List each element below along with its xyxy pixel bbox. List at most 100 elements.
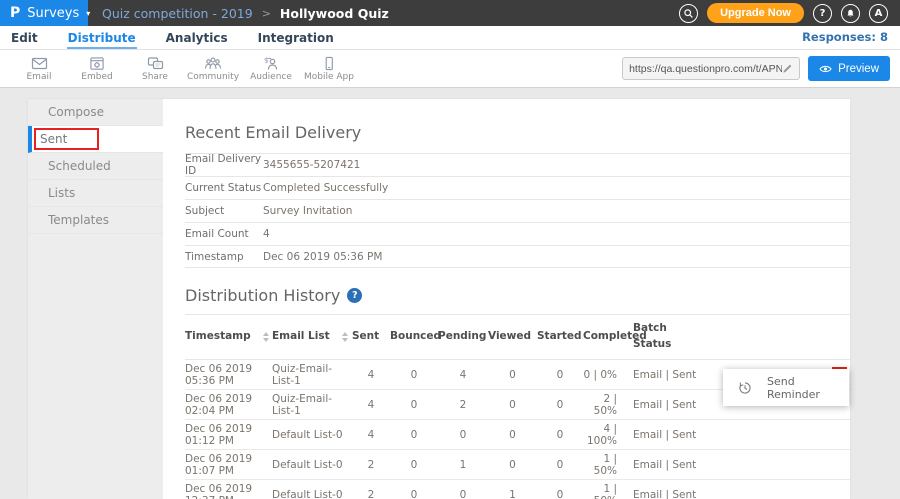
upgrade-now-button[interactable]: Upgrade Now — [707, 3, 804, 23]
sidebar-item-templates[interactable]: Templates — [28, 207, 163, 234]
tab-edit[interactable]: Edit — [10, 28, 39, 49]
kv-row-delivery-id: Email Delivery ID 3455655-5207421 — [185, 153, 850, 176]
kv-row-current-status: Current Status Completed Successfully — [185, 176, 850, 199]
kv-label: Subject — [185, 205, 263, 217]
toolbar-item-email[interactable]: Email — [10, 56, 68, 82]
community-icon — [204, 56, 222, 71]
toolbar-item-label: Mobile App — [304, 72, 354, 82]
table-row: Dec 06 2019 01:12 PM Default List-0 4 0 … — [185, 420, 850, 450]
cell-sent: 4 — [352, 420, 390, 450]
cell-completed: 1 | 50% — [583, 480, 633, 499]
search-icon[interactable] — [679, 4, 698, 23]
cell-batch-status: Email | Sent — [633, 360, 708, 390]
cell-pending: 2 — [438, 390, 488, 420]
help-icon[interactable]: ? — [813, 4, 832, 23]
cell-actions — [708, 450, 850, 480]
tab-analytics[interactable]: Analytics — [165, 28, 229, 49]
distribution-history-header: Distribution History ? — [185, 286, 850, 305]
sort-icon[interactable] — [342, 332, 348, 342]
kv-label: Current Status — [185, 182, 263, 194]
preview-button[interactable]: Preview — [808, 56, 890, 81]
cell-email-list: Default List-0 — [272, 450, 352, 480]
sent-panel-card: Compose Sent Scheduled Lists Templates — [28, 99, 850, 499]
kv-label: Timestamp — [185, 251, 263, 263]
cell-actions — [708, 420, 850, 450]
cell-email-list: Quiz-Email-List-1 — [272, 360, 352, 390]
mobile-app-icon — [321, 56, 337, 71]
help-tooltip-icon[interactable]: ? — [347, 288, 362, 303]
cell-bounced: 0 — [390, 360, 438, 390]
embed-icon — [89, 56, 105, 71]
kv-row-timestamp: Timestamp Dec 06 2019 05:36 PM — [185, 245, 850, 268]
edit-pencil-icon[interactable] — [782, 63, 793, 74]
toolbar-item-share[interactable]: Share — [126, 56, 184, 82]
kv-label: Email Count — [185, 228, 263, 240]
toolbar-item-audience[interactable]: $ Audience — [242, 56, 300, 82]
distribution-history-title: Distribution History — [185, 286, 340, 305]
topbar-actions: Upgrade Now ? A — [679, 0, 900, 26]
cell-email-list: Default List-0 — [272, 480, 352, 499]
cell-completed: 1 | 50% — [583, 450, 633, 480]
cell-sent: 4 — [352, 390, 390, 420]
cell-email-list: Default List-0 — [272, 420, 352, 450]
cell-timestamp: Dec 06 2019 05:36 PM — [185, 360, 272, 390]
cell-bounced: 0 — [390, 450, 438, 480]
kv-value: 4 — [263, 228, 270, 240]
sidebar-item-sent[interactable]: Sent — [28, 126, 163, 153]
surveys-menu-label: Surveys — [27, 6, 79, 21]
toolbar-item-label: Audience — [250, 72, 292, 82]
sidebar-item-scheduled[interactable]: Scheduled — [28, 153, 163, 180]
sort-icon[interactable] — [263, 332, 269, 342]
cell-sent: 2 — [352, 450, 390, 480]
cell-viewed: 0 — [488, 420, 537, 450]
cell-batch-status: Email | Sent — [633, 420, 708, 450]
tab-integration[interactable]: Integration — [257, 28, 335, 49]
distribution-history-table: Timestamp Email List Sent Bounced Pendin… — [185, 314, 850, 499]
cell-email-list: Quiz-Email-List-1 — [272, 390, 352, 420]
table-row: Dec 06 2019 12:37 PM Default List-0 2 0 … — [185, 480, 850, 499]
sidebar-item-compose[interactable]: Compose — [28, 99, 163, 126]
cell-started: 0 — [537, 480, 583, 499]
breadcrumb-parent[interactable]: Quiz competition - 2019 — [102, 6, 253, 21]
sidebar-item-label: Templates — [48, 213, 109, 227]
kv-row-subject: Subject Survey Invitation — [185, 199, 850, 222]
toolbar-item-label: Community — [187, 72, 239, 82]
toolbar-right: Preview — [622, 56, 890, 81]
distribute-toolbar: Email Embed Share Community $ Audience — [0, 50, 900, 88]
sent-content: Recent Email Delivery Email Delivery ID … — [163, 99, 850, 499]
toolbar-item-mobile-app[interactable]: Mobile App — [300, 56, 358, 82]
cell-bounced: 0 — [390, 480, 438, 499]
kv-label: Email Delivery ID — [185, 153, 263, 177]
kv-value: Completed Successfully — [263, 182, 388, 194]
cell-completed: 4 | 100% — [583, 420, 633, 450]
responses-count[interactable]: Responses: 8 — [802, 30, 888, 49]
row-context-menu: Send Reminder — [723, 369, 849, 406]
cell-sent: 4 — [352, 360, 390, 390]
survey-url-input[interactable] — [629, 63, 782, 75]
toolbar-item-embed[interactable]: Embed — [68, 56, 126, 82]
toolbar-item-label: Share — [142, 72, 168, 82]
sidebar-item-label: Lists — [48, 186, 75, 200]
notifications-bell-icon[interactable] — [841, 4, 860, 23]
col-header-timestamp: Timestamp — [185, 315, 272, 360]
app-root: P Surveys ▾ Quiz competition - 2019 > Ho… — [0, 0, 900, 499]
annotation-box-sent: Sent — [34, 128, 99, 150]
breadcrumb-current: Hollywood Quiz — [280, 6, 389, 21]
share-icon — [147, 56, 164, 71]
sidebar-item-label: Compose — [48, 105, 104, 119]
tab-distribute[interactable]: Distribute — [67, 28, 137, 49]
preview-button-label: Preview — [838, 63, 879, 75]
col-header-sent: Sent — [352, 315, 390, 360]
col-header-completed: Completed — [583, 315, 633, 360]
sidebar-item-lists[interactable]: Lists — [28, 180, 163, 207]
menu-item-send-reminder[interactable]: Send Reminder — [767, 375, 849, 401]
col-header-actions — [708, 315, 850, 360]
recent-delivery-table: Email Delivery ID 3455655-5207421 Curren… — [185, 153, 850, 268]
surveys-menu[interactable]: P Surveys ▾ — [0, 0, 88, 26]
cell-pending: 0 — [438, 480, 488, 499]
avatar[interactable]: A — [869, 4, 888, 23]
toolbar-item-community[interactable]: Community — [184, 56, 242, 82]
cell-pending: 4 — [438, 360, 488, 390]
breadcrumb-separator-icon: > — [262, 7, 271, 20]
toolbar-item-label: Embed — [81, 72, 112, 82]
